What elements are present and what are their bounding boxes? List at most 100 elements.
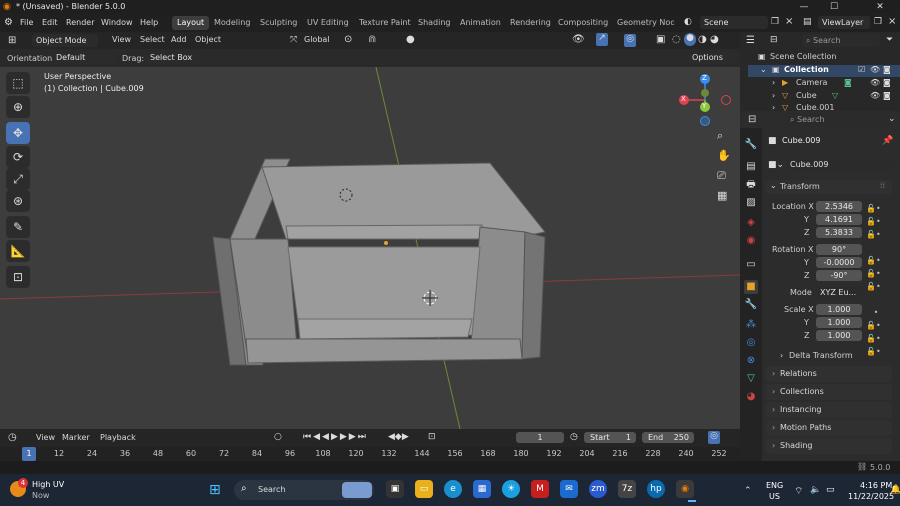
record-icon[interactable]: ○ [274,432,282,442]
mode-selector[interactable]: Object Mode [32,34,98,47]
copy-scene-icon[interactable]: ❐ [771,17,779,27]
tab-layout[interactable]: Layout [172,16,210,30]
view-layer-tab-icon[interactable]: ▨ [744,196,758,210]
notification-bell-icon[interactable]: 🔔 [890,485,900,495]
search-highlight-icon[interactable] [342,482,372,498]
hp-icon[interactable]: hp [647,480,665,498]
tab-texture-paint[interactable]: Texture Paint [354,16,416,30]
mesh-data-icon[interactable]: ▽ [832,91,838,100]
modifier-tab-icon[interactable]: 🔧 [744,298,758,312]
object-name-field[interactable]: Cube.009 [786,158,894,171]
render-camera-icon[interactable]: ◙ [883,65,891,74]
camera-view-icon[interactable]: ⎚ [717,169,726,183]
rotation-x-field[interactable]: 90° [816,244,862,255]
menu-file[interactable]: File [16,17,37,29]
blender-menu-icon[interactable]: ⚙ [4,17,13,28]
visibility-icon[interactable]: 👁 [572,34,585,45]
end-frame-field[interactable]: End 250 [642,432,694,443]
material-shading-icon[interactable]: ◑ [698,34,707,45]
view-layer-icon[interactable]: ▤ [803,17,812,27]
menu-add[interactable]: Add [167,34,191,46]
weather-title[interactable]: High UV [32,480,64,489]
expand-icon[interactable]: › [780,351,783,360]
render-camera-icon[interactable]: ◙ [883,78,891,87]
panel-instancing[interactable]: Instancing [766,402,892,418]
ortho-grid-icon[interactable]: ▦ [717,189,727,202]
3d-viewport[interactable]: User Perspective (1) Collection | Cube.0… [0,67,740,429]
select-box-icon[interactable]: ⬚ [6,72,30,94]
tab-animation[interactable]: Animation [455,16,506,30]
timeline-menu-playback[interactable]: Playback [96,432,140,444]
minimize-button[interactable]: — [790,1,818,13]
lock-icons[interactable]: 🔓• 🔓• 🔓• 🔓• 🔓• 🔓• • 🔓• 🔓• 🔓• [866,202,881,358]
clock-icon[interactable]: ◷ [570,432,578,442]
close-button[interactable]: ✕ [866,1,894,13]
render-tab-icon[interactable]: ▤ [744,160,758,174]
data-tab-icon[interactable]: ▽ [744,372,758,386]
tab-rendering[interactable]: Rendering [505,16,556,30]
tab-uv-editing[interactable]: UV Editing [302,16,354,30]
volume-icon[interactable]: 🔈 [810,485,821,495]
outliner-item-cube-001[interactable]: Cube.001 [796,103,834,111]
store-icon[interactable]: ▦ [473,480,491,498]
gizmo-toggle-icon[interactable]: ↗ [596,33,608,46]
outliner-item-camera[interactable]: Camera [796,78,827,87]
clock-date[interactable]: 11/22/2025 [848,492,894,501]
move-tool-icon[interactable]: ✥ [6,122,30,144]
world-tab-icon[interactable]: ◉ [744,234,758,248]
proportional-editing-icon[interactable]: ● [406,34,415,45]
viewport-scene[interactable] [0,67,740,429]
blender-taskbar-icon[interactable]: ◉ [676,480,694,498]
particles-tab-icon[interactable]: ⁂ [744,318,758,332]
playback-controls-icon[interactable]: ⏮◀◀▶▶▶⏭ [303,432,368,442]
menu-view[interactable]: View [108,34,135,46]
scene-tab-icon[interactable]: ◈ [744,216,758,230]
render-camera-icon[interactable]: ◙ [883,91,891,100]
copy-view-layer-icon[interactable]: ❐ [874,17,882,27]
transform-tool-icon[interactable]: ⊛ [6,190,30,212]
panel-motion-paths[interactable]: Motion Paths [766,420,892,436]
tab-modeling[interactable]: Modeling [209,16,255,30]
panel-shading[interactable]: Shading [766,438,892,454]
scale-x-field[interactable]: 1.000 [816,304,862,315]
editor-type-icon[interactable]: ⊞ [8,35,16,46]
delta-transform-label[interactable]: Delta Transform [789,351,853,360]
outliner-editor-icon[interactable]: ☰ [746,35,755,46]
collapse-icon[interactable]: ⌄ [770,181,777,190]
physics-tab-icon[interactable]: ◎ [744,336,758,350]
add-cube-tool-icon[interactable]: ⊡ [6,266,30,288]
output-tab-icon[interactable]: 🖶 [744,178,758,192]
mcafee-icon[interactable]: M [531,480,549,498]
pin-icon[interactable]: 📌 [882,136,893,146]
zoom-app-icon[interactable]: zm [589,480,607,498]
xray-icon[interactable]: ▣ [656,34,665,45]
task-view-icon[interactable]: ▣ [386,480,404,498]
collection-expand-icon[interactable]: ⌄ [760,65,767,74]
transform-panel-title[interactable]: Transform [780,182,820,191]
collection-tab-icon[interactable]: ▭ [744,258,758,272]
rendered-shading-icon[interactable]: ◕ [710,34,719,45]
gizmo-z-label[interactable]: Z [702,74,707,82]
current-frame-field[interactable]: 1 [516,432,564,443]
drag-handle-icon[interactable]: ⁞⁞ [880,181,885,190]
material-tab-icon[interactable]: ◕ [744,390,758,404]
properties-options-icon[interactable]: ⌄ [888,114,896,124]
scale-y-field[interactable]: 1.000 [816,317,862,328]
expand-icon[interactable]: › [772,91,775,100]
snap-icon[interactable]: ⋒ [368,34,376,45]
wifi-icon[interactable]: ⌔ [794,485,803,498]
properties-editor-icon[interactable]: ⊟ [748,114,756,125]
mail-icon[interactable]: ✉ [560,480,578,498]
exclude-checkbox-icon[interactable]: ☑ [858,65,865,74]
menu-edit[interactable]: Edit [38,17,62,29]
battery-icon[interactable]: ▭ [826,485,835,495]
tab-compositing[interactable]: Compositing [553,16,613,30]
scale-z-field[interactable]: 1.000 [816,330,862,341]
view-layer-selector[interactable]: ViewLayer [818,16,870,29]
menu-window[interactable]: Window [97,17,137,29]
outliner-funnel-icon[interactable]: ⏷ [886,35,893,45]
pivot-point-icon[interactable]: ⊙ [344,34,352,45]
panel-collections[interactable]: Collections [766,384,892,400]
tab-shading[interactable]: Shading [413,16,456,30]
language-label-2[interactable]: US [769,492,780,501]
